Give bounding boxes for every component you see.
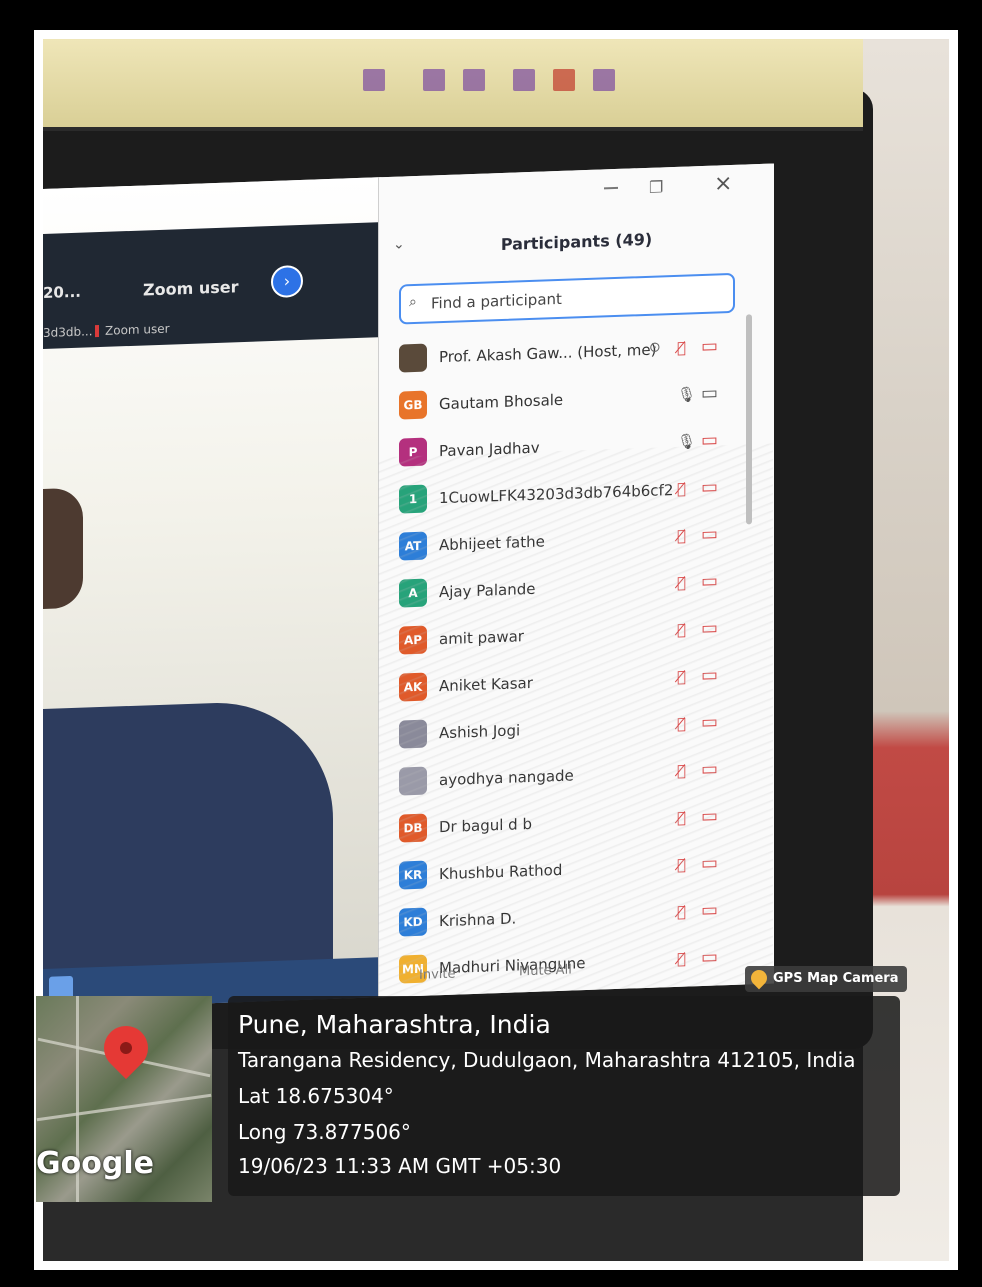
- gps-camera-badge: GPS Map Camera: [745, 966, 907, 992]
- camera-off-icon[interactable]: ▭: [701, 617, 718, 639]
- participant-name: Ashish Jogi: [439, 721, 521, 743]
- mic-muted-icon[interactable]: 🎙̸: [677, 762, 686, 780]
- map-brand: Google: [36, 1146, 154, 1181]
- video-area: 20... Zoom user › 3d3db... Zoom user: [43, 177, 378, 1010]
- avatar: A: [399, 578, 427, 608]
- search-icon: ⌕: [409, 293, 417, 311]
- gps-long: Long 73.877506°: [238, 1120, 411, 1144]
- camera-off-icon[interactable]: ▭: [701, 335, 718, 357]
- mic-muted-icon[interactable]: 🎙̸: [677, 574, 686, 592]
- participant-name: Gautam Bhosale: [439, 390, 564, 414]
- participant-name: Khushbu Rathod: [439, 860, 563, 884]
- recording-icon: ⊙: [649, 339, 661, 356]
- avatar: KR: [399, 860, 427, 890]
- avatar: [399, 719, 427, 749]
- mic-muted-icon[interactable]: 🎙̸: [677, 339, 686, 357]
- avatar: KD: [399, 907, 427, 937]
- avatar: AK: [399, 672, 427, 702]
- participant-name: Aniket Kasar: [439, 673, 533, 696]
- ribbon-tool-icon: [513, 69, 535, 91]
- participant-name: ayodhya nangade: [439, 766, 574, 790]
- camera-off-icon[interactable]: ▭: [701, 570, 718, 592]
- ribbon-tool-icon: [363, 69, 385, 91]
- gps-city: Pune, Maharashtra, India: [238, 1010, 551, 1039]
- gps-datetime: 19/06/23 11:33 AM GMT +05:30: [238, 1154, 562, 1178]
- camera-off-icon[interactable]: ▭: [701, 664, 718, 686]
- participant-name: 1CuowLFK43203d3db764b6cf2: [439, 480, 674, 508]
- mic-muted-icon[interactable]: 🎙̸: [677, 856, 686, 874]
- gps-lat: Lat 18.675304°: [238, 1084, 394, 1108]
- muted-indicator-icon: [95, 325, 99, 338]
- minimize-icon[interactable]: [604, 186, 618, 190]
- camera-off-icon[interactable]: ▭: [701, 711, 718, 733]
- participant-name: Krishna D.: [439, 909, 517, 931]
- mic-icon[interactable]: 🎙: [677, 432, 696, 451]
- camera-off-icon[interactable]: ▭: [701, 899, 718, 921]
- participant-name: Dr bagul d b: [439, 814, 532, 837]
- avatar: 1: [399, 484, 427, 514]
- mic-muted-icon[interactable]: 🎙̸: [677, 668, 686, 686]
- mic-muted-icon[interactable]: 🎙̸: [677, 527, 686, 545]
- video-header-name: Zoom user: [143, 277, 239, 300]
- participant-name: Abhijeet fathe: [439, 532, 545, 555]
- camera-off-icon[interactable]: ▭: [701, 476, 718, 498]
- ribbon-tool-icon: [553, 69, 575, 91]
- participant-name: Ajay Palande: [439, 579, 536, 602]
- mic-icon[interactable]: 🎙: [677, 385, 696, 404]
- camera-off-icon[interactable]: ▭: [701, 758, 718, 780]
- avatar: AP: [399, 625, 427, 655]
- close-icon[interactable]: ×: [714, 171, 732, 197]
- search-input[interactable]: ⌕ Find a participant: [399, 272, 735, 325]
- participants-title: Participants (49): [500, 229, 653, 255]
- avatar: [399, 766, 427, 796]
- mute-all-button[interactable]: Mute All: [519, 963, 572, 980]
- video-header-time: 20...: [43, 282, 81, 302]
- video-sub-id: 3d3db...: [43, 324, 93, 340]
- avatar: AT: [399, 531, 427, 561]
- invite-button[interactable]: Invite: [419, 967, 455, 983]
- ribbon-tool-icon: [423, 69, 445, 91]
- search-placeholder: Find a participant: [431, 289, 562, 313]
- excel-ribbon: [43, 39, 863, 131]
- camera-off-icon[interactable]: ▭: [701, 523, 718, 545]
- camera-off-icon[interactable]: ▭: [701, 429, 718, 451]
- avatar: P: [399, 437, 427, 467]
- scrollbar[interactable]: [746, 314, 752, 525]
- participants-panel: ❐ × ⌄ Participants (49) ⌕ Find a partici…: [378, 163, 774, 998]
- mic-muted-icon[interactable]: 🎙̸: [677, 715, 686, 733]
- mic-muted-icon[interactable]: 🎙̸: [677, 809, 686, 827]
- camera-off-icon[interactable]: ▭: [701, 805, 718, 827]
- next-page-button[interactable]: ›: [271, 264, 303, 299]
- mic-muted-icon[interactable]: 🎙̸: [677, 621, 686, 639]
- participant-name: Pavan Jadhav: [439, 438, 540, 461]
- participant-list: Prof. Akash Gaw... (Host, me) ⊙ 🎙̸ ▭ GB Gauta…: [399, 325, 744, 995]
- ribbon-tool-icon: [593, 69, 615, 91]
- participant-name: amit pawar: [439, 627, 524, 649]
- participant-video-head: [43, 487, 83, 609]
- video-sub-name: Zoom user: [105, 321, 170, 338]
- gps-pin-icon: [747, 966, 771, 989]
- gps-info-box: Pune, Maharashtra, India Tarangana Resid…: [228, 996, 900, 1196]
- gps-badge-label: GPS Map Camera: [773, 971, 899, 986]
- avatar: [399, 343, 427, 373]
- mic-muted-icon[interactable]: 🎙̸: [677, 903, 686, 921]
- restore-icon[interactable]: ❐: [649, 177, 663, 197]
- video-header: 20... Zoom user › 3d3db... Zoom user: [43, 222, 378, 349]
- participant-name: Prof. Akash Gaw... (Host, me): [439, 340, 657, 367]
- camera-off-icon[interactable]: ▭: [701, 852, 718, 874]
- gps-address: Tarangana Residency, Dudulgaon, Maharash…: [238, 1048, 856, 1072]
- map-road: [36, 1093, 212, 1122]
- ribbon-tool-icon: [463, 69, 485, 91]
- mic-muted-icon[interactable]: 🎙̸: [677, 480, 686, 498]
- map-thumbnail: Google: [36, 996, 212, 1202]
- camera-icon[interactable]: ▭: [701, 382, 718, 404]
- location-marker-dot: [120, 1042, 132, 1054]
- avatar: GB: [399, 390, 427, 420]
- avatar: DB: [399, 813, 427, 843]
- zoom-window: 20... Zoom user › 3d3db... Zoom user ❐ ×…: [43, 163, 774, 1010]
